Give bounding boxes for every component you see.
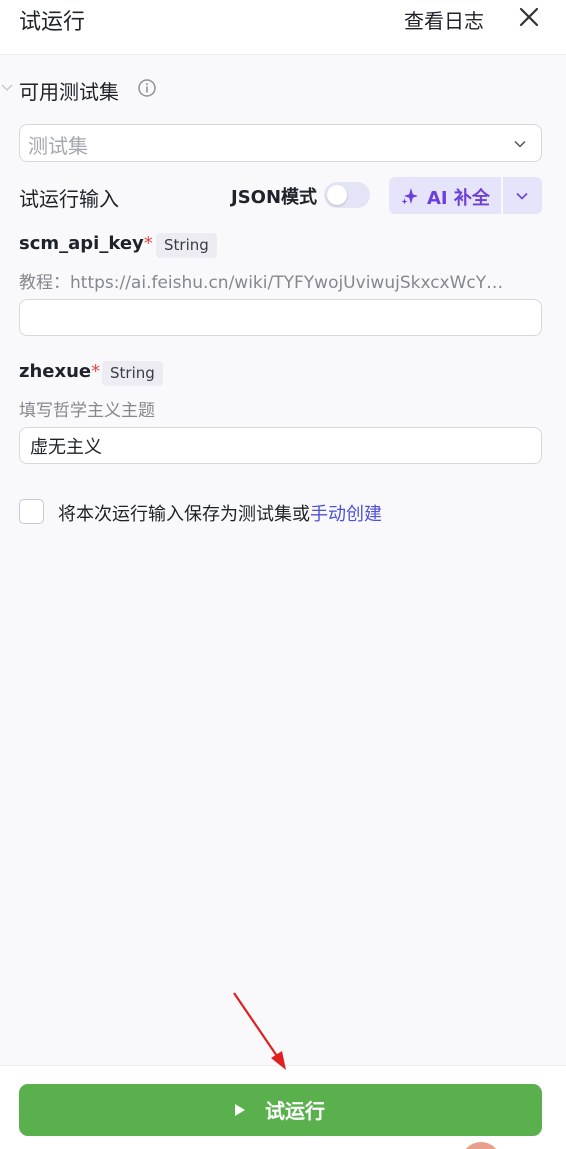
param-description: 填写哲学主义主题 [19,401,155,421]
json-mode-label: JSON模式 [231,187,318,208]
param-description: 教程：https://ai.feishu.cn/wiki/TYFYwojUviw… [19,273,504,293]
info-icon[interactable] [137,78,157,98]
test-set-placeholder: 测试集 [28,134,88,158]
type-badge: String [102,361,163,386]
save-as-test-set-checkbox[interactable] [19,499,44,524]
collapse-chevron-icon[interactable] [0,81,14,95]
toggle-knob [327,185,347,205]
scm-api-key-input[interactable] [19,299,542,336]
param-name-text: scm_api_key [19,233,144,254]
play-icon [235,1104,245,1116]
run-input-label: 试运行输入 [19,187,119,211]
ai-fill-dropdown[interactable] [503,177,542,214]
chevron-down-icon [516,192,528,200]
run-button[interactable]: 试运行 [19,1084,542,1136]
test-set-section-header[interactable]: 可用测试集 [0,72,566,106]
dialog-header: 试运行 查看日志 [0,0,566,55]
chevron-down-icon [514,140,526,148]
required-mark: * [91,361,101,382]
panel-title: 试运行 [19,10,86,35]
param-name-scm-api-key: scm_api_key* [19,233,153,254]
zhexue-input[interactable] [19,427,542,464]
save-text: 将本次运行输入保存为测试集或 [58,504,310,525]
param-name-zhexue: zhexue* [19,361,100,382]
type-badge: String [156,233,217,258]
manual-create-link[interactable]: 手动创建 [310,504,382,525]
annotation-arrow [233,992,286,1070]
view-logs-link[interactable]: 查看日志 [404,5,484,34]
test-set-select[interactable]: 测试集 [19,124,542,162]
ai-fill-label: AI 补全 [427,188,490,209]
sparkle-icon [401,188,418,205]
required-mark: * [143,233,153,254]
json-mode-toggle[interactable] [324,182,370,208]
close-icon[interactable] [517,5,541,29]
param-name-text: zhexue [19,361,92,382]
save-as-test-set-label: 将本次运行输入保存为测试集或手动创建 [58,500,382,526]
test-set-label: 可用测试集 [19,80,119,104]
ai-fill-button[interactable]: AI 补全 [389,177,501,214]
run-button-label: 试运行 [265,1099,325,1123]
